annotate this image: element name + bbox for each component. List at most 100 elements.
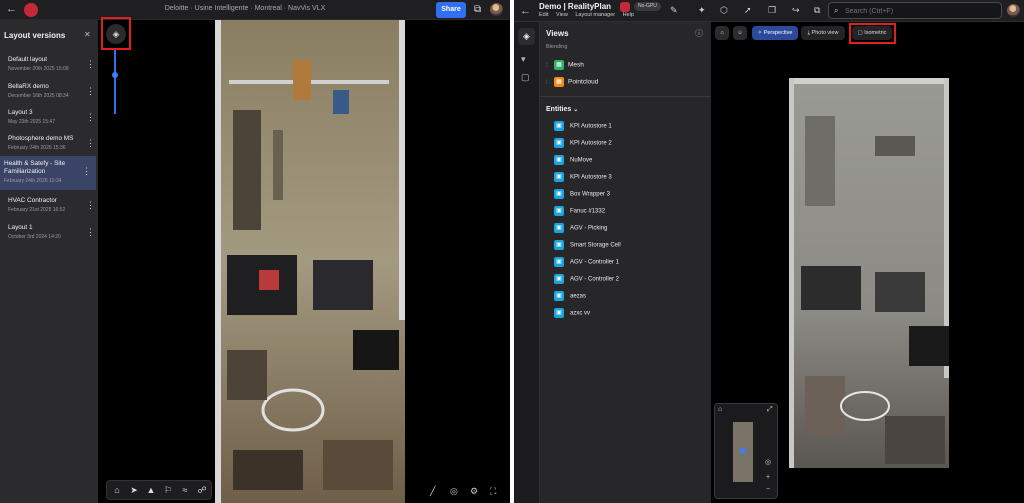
home-icon[interactable]: ⌂ — [111, 484, 123, 496]
more-vertical-icon[interactable]: ⋮ — [86, 139, 95, 148]
entity-label: Smart Storage Cell — [570, 242, 621, 249]
layout-version-item[interactable]: BellaRX demo December 16th 2025 08:34 ⋮ — [4, 81, 96, 105]
layout-version-item-active[interactable]: Health & Satefy - Site Familiarization F… — [0, 156, 96, 190]
external-link-icon[interactable]: ⧉ — [474, 4, 481, 15]
more-vertical-icon[interactable]: ⋮ — [86, 60, 95, 69]
settings-icon[interactable]: ⚙ — [470, 486, 478, 497]
minimap[interactable]: ⌂ ⤢ ◎ + − — [714, 403, 778, 499]
version-date: October 3rd 2024 14:20 — [8, 234, 61, 240]
more-vertical-icon[interactable]: ⋮ — [86, 201, 95, 210]
walk-icon[interactable]: ☍ — [196, 484, 208, 496]
entities-label: Entities — [546, 106, 572, 113]
copy-icon[interactable]: ❐ — [768, 5, 776, 16]
send-icon[interactable]: ➤ — [128, 484, 140, 496]
entity-icon: ▣ — [554, 138, 564, 148]
ruler-icon[interactable]: ╱ — [430, 486, 435, 497]
entity-item[interactable]: ▣ AGV - Controller 2 — [554, 274, 619, 286]
search-input[interactable] — [845, 5, 995, 17]
level-slider-handle[interactable] — [112, 72, 118, 78]
arrow-left-icon[interactable]: ← — [6, 3, 17, 15]
entity-icon: ▣ — [554, 206, 564, 216]
perspective-button[interactable]: ✧ Perspective — [752, 26, 798, 40]
level-slider[interactable] — [114, 50, 116, 114]
version-name: Photosphere demo MS — [8, 135, 74, 142]
comment-icon[interactable]: ◎ — [450, 486, 458, 497]
more-vertical-icon[interactable]: ⋮ — [82, 167, 91, 176]
drag-handle-icon[interactable]: ⁞ — [546, 80, 552, 86]
fullscreen-icon[interactable]: ⛶ — [490, 486, 496, 497]
entity-label: KPI Autostore 2 — [570, 140, 612, 147]
photo-view-button[interactable]: ⤓ Photo view — [801, 26, 845, 40]
zoom-in-icon[interactable]: + — [766, 474, 770, 481]
breadcrumb: Deloitte · Usine Intelligente · Montreal… — [164, 5, 326, 12]
entity-item[interactable]: ▣ Box Wrapper 3 — [554, 189, 610, 201]
menu-layout-manager[interactable]: Layout manager — [575, 12, 615, 18]
viewer-toolbar: ⌂ ➤ ▲ ⚐ ≈ ☍ — [106, 480, 212, 500]
left-top-bar: ← Deloitte · Usine Intelligente · Montre… — [0, 0, 510, 20]
redo-icon[interactable]: ↪ — [792, 5, 800, 16]
cursor-icon[interactable]: ➚ — [744, 5, 752, 16]
layout-version-item[interactable]: Layout 1 October 3rd 2024 14:20 ⋮ — [4, 222, 96, 246]
entity-icon: ▣ — [554, 240, 564, 250]
book-icon[interactable]: ▢ — [521, 72, 530, 83]
entity-item[interactable]: ▣ AGV - Picking — [554, 223, 607, 235]
entity-item[interactable]: ▣ KPI Autostore 1 — [554, 121, 612, 133]
avatar[interactable] — [1007, 4, 1020, 17]
entity-item[interactable]: ▣ KPI Autostore 2 — [554, 138, 612, 150]
entity-item[interactable]: ▣ Fanuc #1332 — [554, 206, 605, 218]
menu-edit[interactable]: Edit — [539, 12, 548, 18]
drag-handle-icon[interactable]: ⁞ — [546, 63, 552, 69]
entity-item[interactable]: ▣ AGV - Controller 1 — [554, 257, 619, 269]
view-item-mesh[interactable]: ⁞ ▦ Mesh — [546, 60, 584, 72]
route-icon[interactable]: ⚐ — [162, 484, 174, 496]
perspective-icon: ✧ — [757, 30, 763, 36]
filter-icon[interactable]: ▾ — [521, 54, 526, 65]
views-title: Views — [546, 29, 569, 38]
menu-help[interactable]: Help — [623, 12, 634, 18]
layout-version-item[interactable]: Layout 3 May 23th 2025 15:47 ⋮ — [4, 107, 96, 131]
layout-version-item[interactable]: Photosphere demo MS February 24th 2026 1… — [4, 133, 96, 157]
arrow-left-icon[interactable]: ← — [520, 5, 531, 17]
help-icon[interactable]: ⓘ — [695, 28, 703, 39]
collapse-icon[interactable]: ✕ — [84, 30, 91, 39]
search-box[interactable]: ⌕ — [828, 2, 1002, 19]
layout-version-item[interactable]: HVAC Contractor February 21st 2025 16:52… — [4, 195, 96, 219]
compass-icon[interactable]: ◎ — [765, 458, 771, 466]
layers-icon[interactable]: ◈ — [106, 24, 126, 44]
entity-item[interactable]: ▣ aezas — [554, 291, 586, 303]
cube-icon[interactable]: ⬡ — [720, 5, 728, 16]
menu-view[interactable]: View — [556, 12, 568, 18]
entity-item[interactable]: ▣ NuMove — [554, 155, 592, 167]
app-root: ← Deloitte · Usine Intelligente · Montre… — [0, 0, 1024, 503]
avatar[interactable] — [490, 3, 503, 16]
minimap-position-marker — [740, 448, 746, 454]
person-icon[interactable]: ☺ — [733, 26, 747, 40]
entity-item[interactable]: ▣ Smart Storage Cell — [554, 240, 621, 252]
gpu-badge: No-GPU — [634, 2, 661, 11]
view-item-pointcloud[interactable]: ⁞ ▦ Pointcloud — [546, 77, 598, 89]
more-vertical-icon[interactable]: ⋮ — [86, 228, 95, 237]
layout-version-item[interactable]: Default layout November 20th 2025 15:08 … — [4, 54, 96, 78]
entity-item[interactable]: ▣ KPI Autostore 3 — [554, 172, 612, 184]
pin-icon[interactable]: ✦ — [698, 5, 706, 16]
home-icon[interactable]: ⌂ — [715, 26, 729, 40]
expand-icon[interactable]: ⤢ — [767, 406, 773, 414]
entity-label: KPI Autostore 3 — [570, 174, 612, 181]
layers-icon[interactable]: ◈ — [518, 28, 535, 45]
version-name: BellaRX demo — [8, 83, 49, 90]
marker-icon[interactable]: ▲ — [145, 484, 157, 496]
share-button[interactable]: Share — [436, 2, 466, 18]
entities-title[interactable]: Entities ⌄ — [546, 106, 578, 113]
3d-viewer[interactable]: ⌂ ☺ ✧ Perspective ⤓ Photo view ▢ Isometr… — [711, 22, 1024, 503]
external-link-icon[interactable]: ⧉ — [814, 5, 820, 16]
right-top-bar: ← Demo | RealityPlan No-GPU Edit View La… — [514, 0, 1024, 22]
point-cloud-viewer[interactable] — [98, 20, 510, 503]
more-vertical-icon[interactable]: ⋮ — [86, 113, 95, 122]
pencil-icon[interactable]: ✎ — [670, 5, 678, 16]
path-icon[interactable]: ≈ — [179, 484, 191, 496]
more-vertical-icon[interactable]: ⋮ — [86, 87, 95, 96]
home-icon[interactable]: ⌂ — [718, 406, 722, 413]
view-label: Mesh — [568, 61, 584, 69]
zoom-out-icon[interactable]: − — [766, 486, 770, 493]
entity-item[interactable]: ▣ azxc vv — [554, 308, 590, 320]
